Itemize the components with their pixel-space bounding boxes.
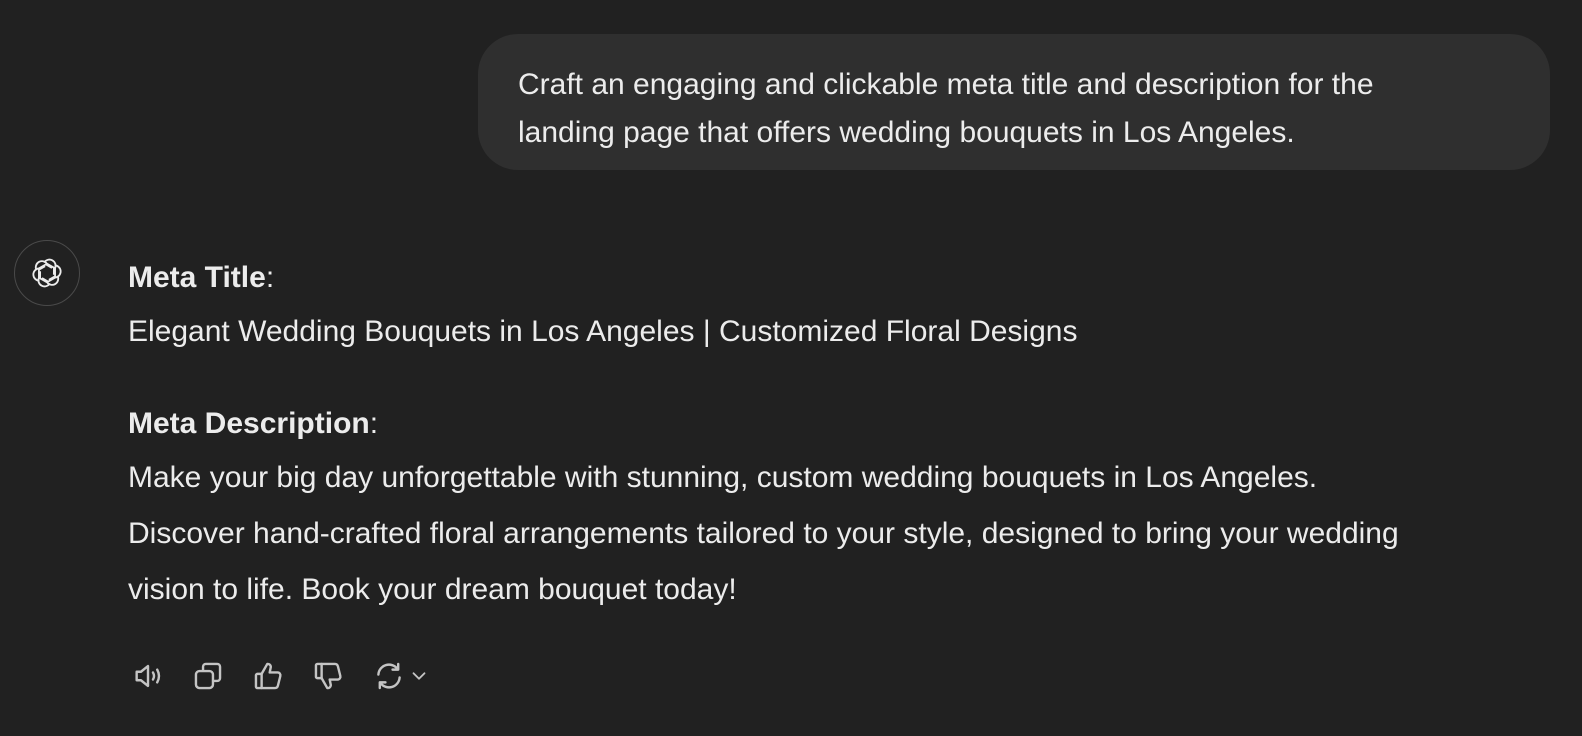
regenerate-button[interactable] — [368, 656, 434, 696]
meta-description-label: Meta Description — [128, 407, 370, 440]
meta-title-label: Meta Title — [128, 261, 266, 294]
assistant-message: Meta Title: Elegant Wedding Bouquets in … — [128, 252, 1558, 618]
chevron-down-icon — [412, 672, 426, 680]
meta-title-text: Elegant Wedding Bouquets in Los Angeles … — [128, 315, 1078, 348]
read-aloud-icon — [135, 664, 161, 688]
meta-description-heading: Meta Description: — [128, 398, 1558, 450]
user-message-line: Craft an engaging and clickable meta tit… — [518, 68, 1374, 101]
meta-title-colon: : — [265, 261, 275, 294]
assistant-avatar — [14, 240, 80, 306]
read-aloud-button[interactable] — [128, 656, 168, 696]
thumbs-down-icon — [314, 662, 342, 690]
user-message-line: landing page that offers wedding bouquet… — [518, 116, 1295, 149]
user-message-bubble: Craft an engaging and clickable meta tit… — [478, 34, 1550, 170]
meta-title-heading: Meta Title: — [128, 252, 1558, 304]
copy-icon — [194, 662, 222, 690]
meta-description-colon: : — [369, 407, 379, 440]
copy-button[interactable] — [188, 656, 228, 696]
bad-response-button[interactable] — [308, 656, 348, 696]
thumbs-up-icon — [254, 662, 282, 690]
meta-description-line: Discover hand-crafted floral arrangement… — [128, 517, 1399, 550]
message-actions — [128, 656, 434, 696]
chat-page: Craft an engaging and clickable meta tit… — [0, 0, 1582, 736]
good-response-button[interactable] — [248, 656, 288, 696]
regenerate-icon — [377, 662, 401, 690]
meta-description-line: Make your big day unforgettable with stu… — [128, 461, 1318, 494]
meta-description-line: vision to life. Book your dream bouquet … — [128, 573, 737, 606]
openai-logo-icon — [32, 258, 62, 288]
